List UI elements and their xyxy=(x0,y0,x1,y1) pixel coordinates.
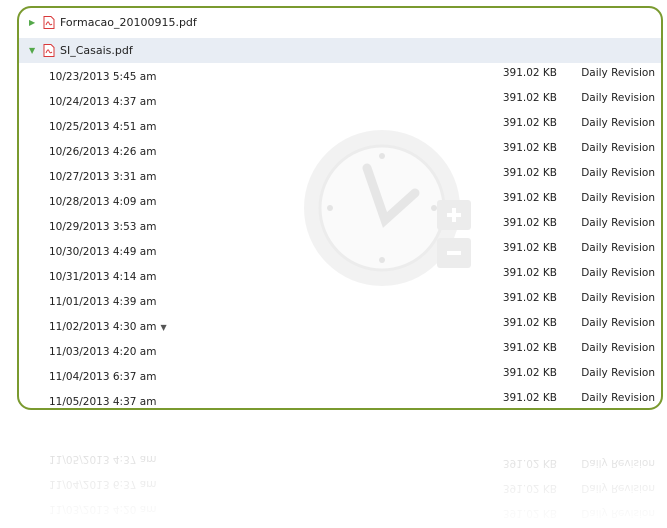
version-type: Daily Revision xyxy=(581,482,655,494)
version-type: Daily Revision xyxy=(581,317,655,329)
list-reflection: 11/02/2013 4:30 am 391.02 KB Daily Revis… xyxy=(17,412,663,528)
version-date: 10/26/2013 4:26 am xyxy=(49,146,157,158)
version-date: 11/03/2013 4:20 am xyxy=(49,346,157,358)
version-type: Daily Revision xyxy=(581,142,655,154)
version-size: 391.02 KB xyxy=(502,117,557,129)
version-row[interactable]: 10/31/2013 4:14 am 391.02 KB Daily Revis… xyxy=(19,263,661,288)
version-row[interactable]: 11/04/2013 6:37 am 391.02 KB Daily Revis… xyxy=(19,363,661,388)
version-date: 10/31/2013 4:14 am xyxy=(49,271,157,283)
version-size: 391.02 KB xyxy=(502,507,557,519)
version-row[interactable]: 11/01/2013 4:39 am 391.02 KB Daily Revis… xyxy=(19,288,661,313)
version-row[interactable]: 10/30/2013 4:49 am 391.02 KB Daily Revis… xyxy=(19,238,661,263)
version-size: 391.02 KB xyxy=(502,267,557,279)
version-date: 11/05/2013 4:37 am xyxy=(49,453,157,465)
version-row[interactable]: 11/05/2013 4:37 am 391.02 KB Daily Revis… xyxy=(19,388,661,408)
version-row[interactable]: 10/29/2013 3:53 am 391.02 KB Daily Revis… xyxy=(19,213,661,238)
version-size: 391.02 KB xyxy=(502,92,557,104)
version-size: 391.02 KB xyxy=(502,167,557,179)
version-date: 11/04/2013 6:37 am xyxy=(49,371,157,383)
version-type: Daily Revision xyxy=(581,457,655,469)
version-type: Daily Revision xyxy=(581,92,655,104)
version-type: Daily Revision xyxy=(581,167,655,179)
version-size: 391.02 KB xyxy=(502,482,557,494)
version-size: 391.02 KB xyxy=(502,367,557,379)
reflection-row: 11/02/2013 4:30 am 391.02 KB Daily Revis… xyxy=(19,523,661,528)
version-date: 10/30/2013 4:49 am xyxy=(49,246,157,258)
version-size: 391.02 KB xyxy=(502,142,557,154)
version-row[interactable]: 10/25/2013 4:51 am 391.02 KB Daily Revis… xyxy=(19,113,661,138)
version-row[interactable]: 11/03/2013 4:20 am 391.02 KB Daily Revis… xyxy=(19,338,661,363)
version-row[interactable]: 10/28/2013 4:09 am 391.02 KB Daily Revis… xyxy=(19,188,661,213)
version-date: 11/02/2013 4:30 am xyxy=(49,321,157,333)
version-row[interactable]: 10/27/2013 3:31 am 391.02 KB Daily Revis… xyxy=(19,163,661,188)
version-row[interactable]: 10/23/2013 5:45 am 391.02 KB Daily Revis… xyxy=(19,63,661,88)
triangle-right-icon[interactable]: ▶ xyxy=(29,18,39,27)
file-name: Formacao_20100915.pdf xyxy=(60,16,197,29)
version-size: 391.02 KB xyxy=(502,217,557,229)
version-size: 391.02 KB xyxy=(502,457,557,469)
version-type: Daily Revision xyxy=(581,367,655,379)
file-row-formacao[interactable]: ▶ Formacao_20100915.pdf xyxy=(19,10,661,35)
pdf-file-icon xyxy=(43,16,55,29)
version-type: Daily Revision xyxy=(581,117,655,129)
triangle-down-icon[interactable]: ▼ xyxy=(29,46,39,55)
file-name: SI_Casais.pdf xyxy=(60,44,133,57)
version-date: 10/29/2013 3:53 am xyxy=(49,221,157,233)
version-type: Daily Revision xyxy=(581,242,655,254)
version-type: Daily Revision xyxy=(581,292,655,304)
version-history-panel: ▶ Formacao_20100915.pdf ▼ SI_Casais.pdf … xyxy=(17,6,663,410)
version-size: 391.02 KB xyxy=(502,342,557,354)
version-date: 11/01/2013 4:39 am xyxy=(49,296,157,308)
version-date: 10/27/2013 3:31 am xyxy=(49,171,157,183)
version-date: 11/03/2013 4:20 am xyxy=(49,503,157,515)
version-date: 11/04/2013 6:37 am xyxy=(49,478,157,490)
version-row[interactable]: 10/24/2013 4:37 am 391.02 KB Daily Revis… xyxy=(19,88,661,113)
version-date: 10/25/2013 4:51 am xyxy=(49,121,157,133)
version-type: Daily Revision xyxy=(581,392,655,404)
version-size: 391.02 KB xyxy=(502,392,557,404)
version-date: 11/05/2013 4:37 am xyxy=(49,396,157,408)
reflection-row: 11/04/2013 6:37 am 391.02 KB Daily Revis… xyxy=(19,473,661,498)
version-date-with-menu: 11/02/2013 4:30 am ▼ xyxy=(49,321,167,333)
version-row[interactable]: 10/26/2013 4:26 am 391.02 KB Daily Revis… xyxy=(19,138,661,163)
version-size: 391.02 KB xyxy=(502,292,557,304)
version-size: 391.02 KB xyxy=(502,67,557,79)
version-date: 10/24/2013 4:37 am xyxy=(49,96,157,108)
chevron-down-icon[interactable]: ▼ xyxy=(160,323,166,332)
version-type: Daily Revision xyxy=(581,342,655,354)
version-size: 391.02 KB xyxy=(502,192,557,204)
version-date: 10/23/2013 5:45 am xyxy=(49,71,157,83)
pdf-file-icon xyxy=(43,44,55,57)
version-size: 391.02 KB xyxy=(502,242,557,254)
version-date: 10/28/2013 4:09 am xyxy=(49,196,157,208)
reflection-row: 11/03/2013 4:20 am 391.02 KB Daily Revis… xyxy=(19,498,661,523)
version-type: Daily Revision xyxy=(581,267,655,279)
version-row[interactable]: 11/02/2013 4:30 am ▼ 391.02 KB Daily Revi… xyxy=(19,313,661,338)
reflection-row: 11/05/2013 4:37 am 391.02 KB Daily Revis… xyxy=(19,448,661,473)
version-type: Daily Revision xyxy=(581,192,655,204)
version-type: Daily Revision xyxy=(581,217,655,229)
version-type: Daily Revision xyxy=(581,507,655,519)
file-row-si-casais[interactable]: ▼ SI_Casais.pdf xyxy=(19,38,661,63)
version-type: Daily Revision xyxy=(581,67,655,79)
version-size: 391.02 KB xyxy=(502,317,557,329)
